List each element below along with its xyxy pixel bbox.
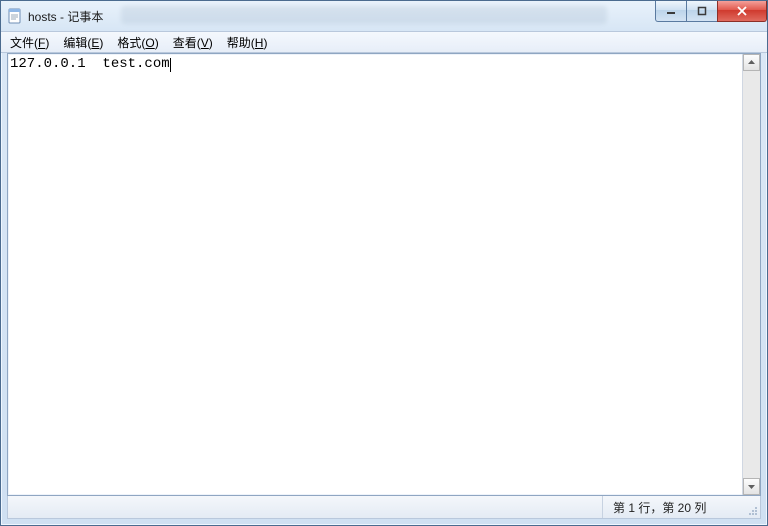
menu-help[interactable]: 帮助(H) bbox=[220, 33, 275, 52]
menu-bar: 文件(F) 编辑(E) 格式(O) 查看(V) 帮助(H) bbox=[1, 31, 767, 53]
window-controls bbox=[656, 1, 767, 21]
resize-grip[interactable] bbox=[742, 496, 760, 518]
menu-help-label: 帮助 bbox=[227, 36, 251, 50]
notepad-icon bbox=[7, 8, 23, 24]
scroll-track[interactable] bbox=[743, 71, 760, 478]
minimize-button[interactable] bbox=[655, 1, 687, 22]
scroll-down-button[interactable] bbox=[743, 478, 760, 495]
status-position-text: 第 1 行，第 20 列 bbox=[613, 499, 706, 516]
chevron-up-icon bbox=[747, 58, 756, 67]
menu-format[interactable]: 格式(O) bbox=[110, 33, 165, 52]
maximize-icon bbox=[697, 6, 707, 16]
menu-file[interactable]: 文件(F) bbox=[3, 33, 56, 52]
close-button[interactable] bbox=[717, 1, 767, 22]
menu-view-accel: V bbox=[201, 36, 209, 50]
maximize-button[interactable] bbox=[686, 1, 718, 22]
menu-file-accel: F bbox=[38, 36, 45, 50]
menu-view[interactable]: 查看(V) bbox=[166, 33, 220, 52]
notepad-window: hosts - 记事本 文件(F) 编辑(E) 格式(O) bbox=[0, 0, 768, 526]
menu-edit[interactable]: 编辑(E) bbox=[56, 33, 110, 52]
text-caret bbox=[170, 58, 171, 72]
status-cursor-position: 第 1 行，第 20 列 bbox=[602, 496, 742, 518]
title-bar[interactable]: hosts - 记事本 bbox=[1, 1, 767, 31]
menu-format-accel: O bbox=[145, 36, 154, 50]
scroll-up-button[interactable] bbox=[743, 54, 760, 71]
chevron-down-icon bbox=[747, 482, 756, 491]
title-bar-blur bbox=[121, 6, 607, 24]
menu-edit-accel: E bbox=[91, 36, 99, 50]
editor-wrap: 127.0.0.1 test.com bbox=[8, 54, 760, 495]
menu-help-accel: H bbox=[255, 36, 264, 50]
client-area: 127.0.0.1 test.com bbox=[7, 53, 761, 496]
resize-grip-icon bbox=[746, 504, 758, 516]
menu-view-label: 查看 bbox=[173, 36, 197, 50]
editor-content: 127.0.0.1 test.com bbox=[10, 56, 170, 72]
close-icon bbox=[736, 6, 748, 16]
window-title: hosts - 记事本 bbox=[28, 8, 103, 25]
menu-format-label: 格式 bbox=[117, 36, 141, 50]
status-bar: 第 1 行，第 20 列 bbox=[7, 496, 761, 519]
text-editor[interactable]: 127.0.0.1 test.com bbox=[8, 54, 742, 495]
vertical-scrollbar[interactable] bbox=[742, 54, 760, 495]
menu-edit-label: 编辑 bbox=[63, 36, 87, 50]
minimize-icon bbox=[666, 6, 676, 16]
menu-file-label: 文件 bbox=[10, 36, 34, 50]
